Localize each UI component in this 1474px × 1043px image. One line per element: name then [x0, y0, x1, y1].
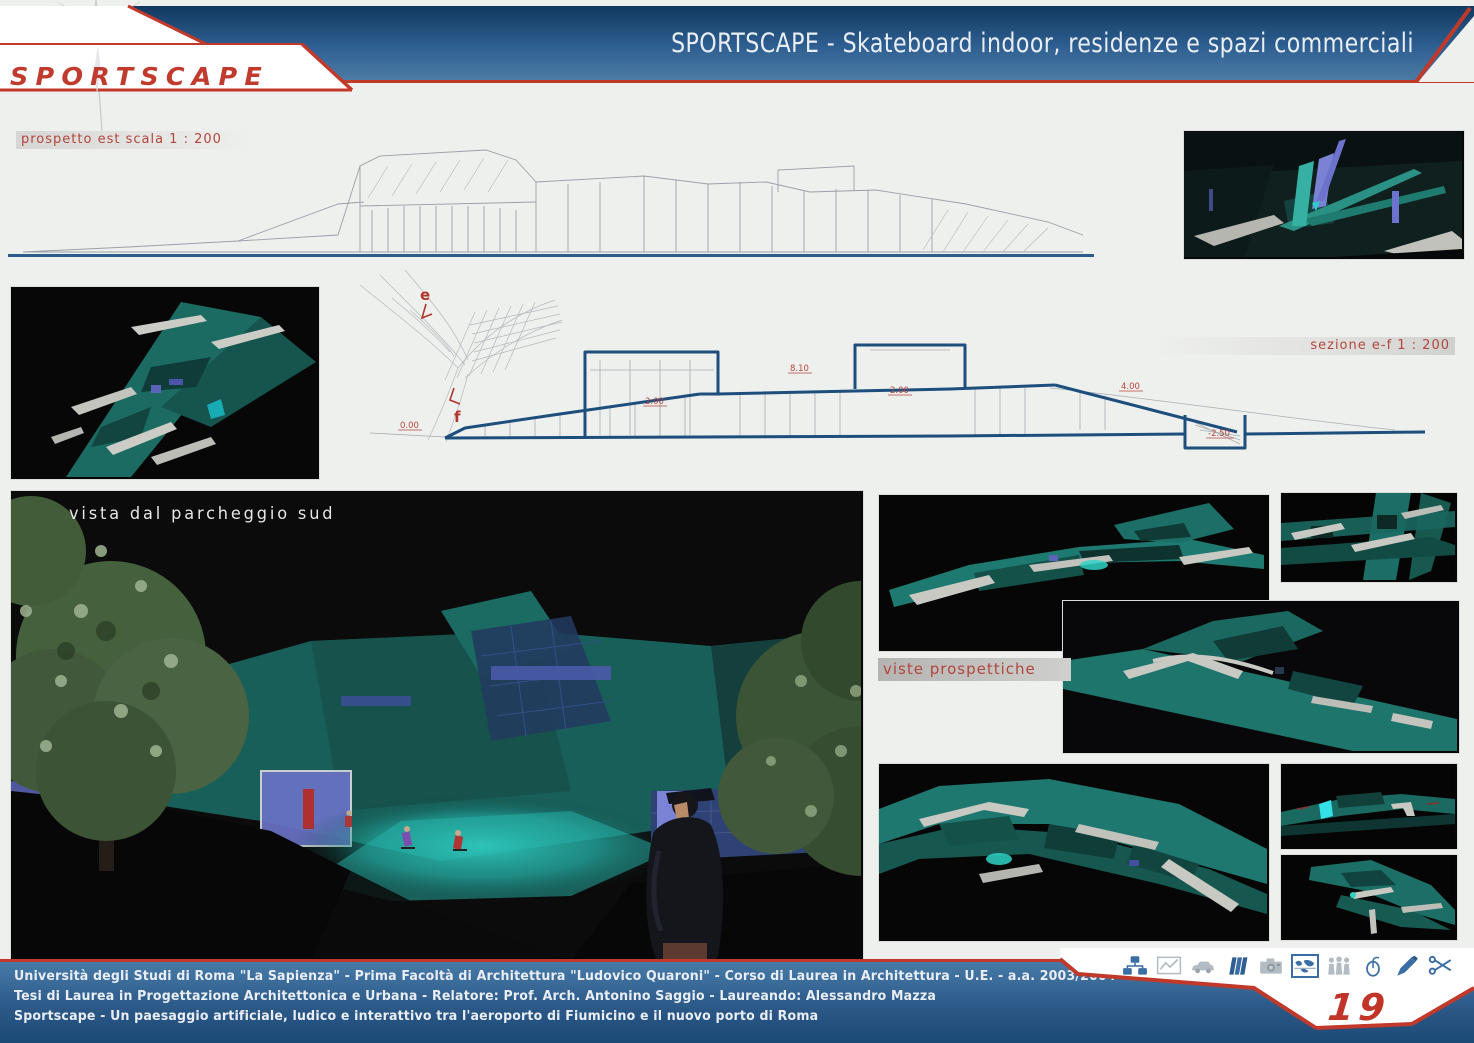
- render-perspective-5: [1280, 763, 1458, 850]
- camera-icon: [1258, 955, 1284, 977]
- elevation-baseline: [8, 254, 1094, 257]
- network-icon: [1122, 955, 1148, 977]
- level-2: 8.10: [790, 364, 809, 374]
- footer-icon-strip: [1122, 955, 1454, 977]
- footer-line-1: Università degli Studi di Roma "La Sapie…: [14, 966, 1116, 986]
- perspectives-label: viste prospettiche: [878, 658, 1071, 681]
- books-icon: [1224, 955, 1250, 977]
- main-view-label: vista dal parcheggio sud: [69, 504, 335, 524]
- footer-line-2: Tesi di Laurea in Progettazione Architet…: [14, 986, 1116, 1006]
- footer-credits: Università degli Studi di Roma "La Sapie…: [14, 966, 1116, 1026]
- render-parking-view: vista dal parcheggio sud: [10, 490, 864, 964]
- render-axonometric: [10, 286, 320, 480]
- render-perspective-6: [1280, 854, 1458, 941]
- level-1: 2.00: [645, 397, 664, 407]
- render-interior-night: [1183, 130, 1465, 260]
- key-plan: [360, 270, 562, 442]
- scissors-icon: [1428, 955, 1454, 977]
- section-label: sezione e-f 1 : 200: [1150, 337, 1455, 355]
- board-title: SPORTSCAPE - Skateboard indoor, residenz…: [671, 28, 1414, 59]
- render-perspective-2: [1280, 492, 1458, 583]
- mouse-icon: [1360, 955, 1386, 977]
- people-icon: [1326, 955, 1352, 977]
- section-marker-f: f: [454, 408, 461, 426]
- level-3: 2.00: [890, 386, 909, 396]
- section-drawing: e f: [350, 270, 1462, 462]
- chart-icon: [1156, 955, 1182, 977]
- level-5: -2.50: [1208, 429, 1230, 439]
- header-corner-slash: [1404, 6, 1474, 82]
- level-4: 4.00: [1121, 382, 1140, 392]
- east-elevation-drawing: [8, 140, 1094, 254]
- footer-top-border: [0, 959, 1105, 962]
- car-icon: [1190, 955, 1216, 977]
- render-perspective-3: [1062, 600, 1460, 754]
- level-0: 0.00: [400, 421, 419, 431]
- presentation-board: SPORTSCAPE - Skateboard indoor, residenz…: [0, 0, 1474, 1043]
- page-number: 19: [1326, 986, 1392, 1029]
- footer-line-3: Sportscape - Un paesaggio artificiale, l…: [14, 1006, 1116, 1026]
- worldmap-icon: [1292, 955, 1318, 977]
- pen-icon: [1394, 955, 1420, 977]
- logo-wordmark: SPORTSCAPE: [10, 62, 269, 91]
- section-marker-e: e: [420, 286, 430, 304]
- render-perspective-4: [878, 763, 1270, 942]
